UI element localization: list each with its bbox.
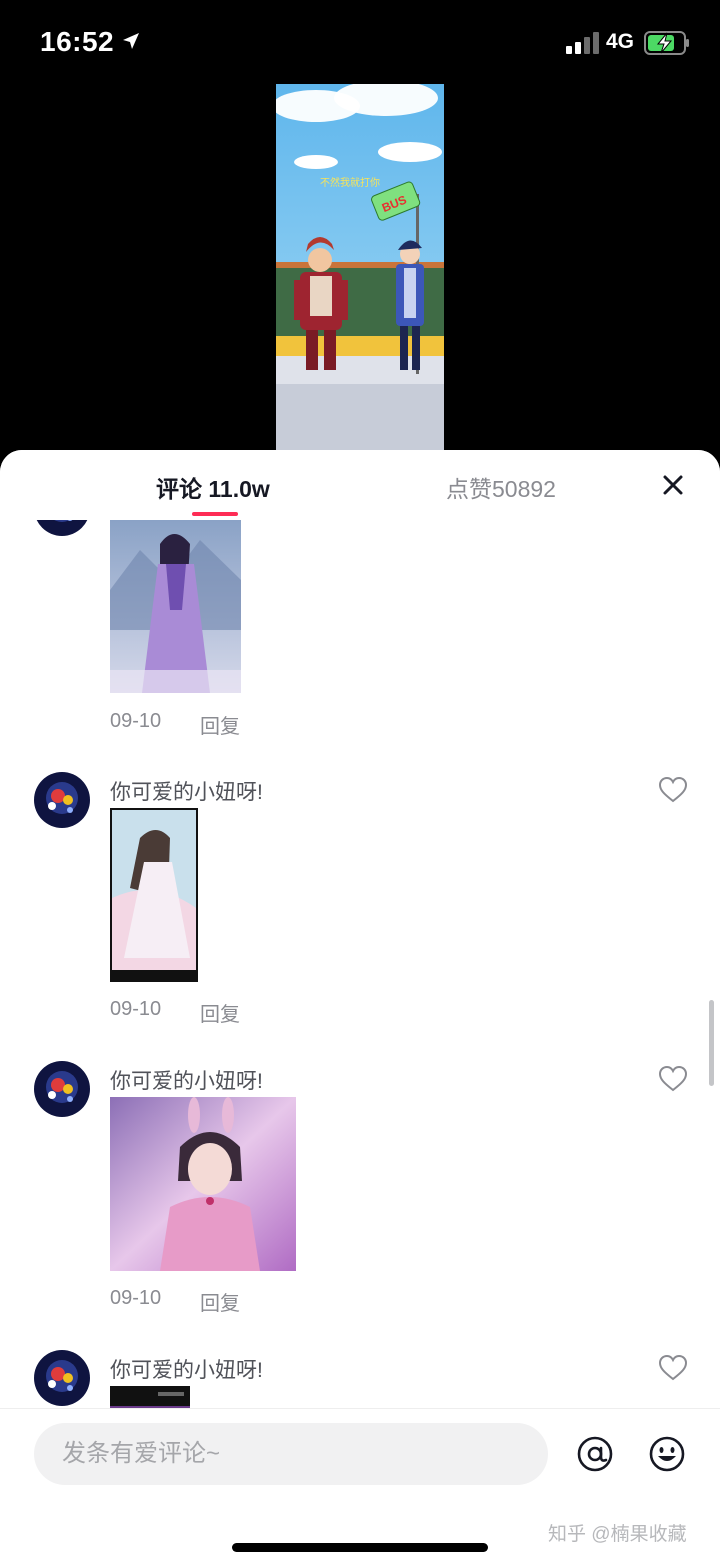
heart-icon[interactable] [658, 1065, 688, 1093]
comment-sheet: 评论 11.0w 点赞50892 09-10 回复 你可爱的小妞呀! 09-10… [0, 450, 720, 1558]
comment-item: 你可爱的小妞呀! [0, 1348, 720, 1408]
tab-likes[interactable]: 点赞50892 [446, 470, 556, 504]
comment-text: 你可爱的小妞呀! [110, 1070, 263, 1093]
tab-comments-label: 评论 [156, 476, 202, 502]
heart-icon[interactable] [658, 776, 688, 804]
comment-input-bar: 知乎 @楠果收藏 [0, 1408, 720, 1558]
avatar[interactable] [34, 1350, 90, 1406]
heart-icon[interactable] [658, 1354, 688, 1382]
comment-input[interactable] [34, 1423, 548, 1485]
sheet-header: 评论 11.0w 点赞50892 [0, 450, 720, 520]
video-caption: 不然我就打你 [320, 176, 380, 189]
battery-charging-icon [644, 31, 689, 55]
comment-date: 09-10 [110, 710, 162, 732]
status-bar: 16:52 4G [0, 0, 720, 84]
at-icon[interactable] [576, 1435, 614, 1473]
video-frame-illustration: BUS 不然我就打你 [276, 84, 444, 456]
watermark: 知乎 @楠果收藏 [548, 1524, 687, 1545]
scrollbar[interactable] [709, 1000, 714, 1086]
tab-comments-count: 11.0w [208, 476, 270, 502]
comment-image[interactable] [110, 520, 241, 693]
video-preview[interactable]: BUS 不然我就打你 [276, 84, 444, 456]
comment-text: 你可爱的小妞呀! [110, 781, 263, 804]
comment-text: 你可爱的小妞呀! [110, 1359, 263, 1382]
comment-image[interactable] [110, 1386, 190, 1408]
reply-button[interactable]: 回复 [200, 998, 240, 1027]
emoji-icon[interactable] [648, 1435, 686, 1473]
comment-image[interactable] [110, 1097, 296, 1271]
avatar[interactable] [34, 772, 90, 828]
comment-image[interactable] [110, 808, 198, 982]
comment-item: 你可爱的小妞呀! [0, 1059, 720, 1348]
status-time: 16:52 [40, 26, 115, 57]
signal-icon [566, 32, 599, 54]
comment-list[interactable]: 09-10 回复 你可爱的小妞呀! 09-10 回复 你可爱的小妞呀! 09-1… [0, 520, 720, 1408]
avatar[interactable] [34, 1061, 90, 1117]
comment-date: 09-10 [110, 1287, 162, 1309]
tab-comments[interactable]: 评论 11.0w [156, 470, 270, 504]
network-type: 4G [606, 30, 635, 53]
reply-button[interactable]: 回复 [200, 1287, 240, 1316]
home-indicator[interactable] [232, 1543, 488, 1552]
comment-item: 09-10 回复 [0, 520, 720, 750]
close-icon[interactable] [658, 470, 688, 500]
comment-item: 你可爱的小妞呀! 09-10 回复 [0, 770, 720, 1059]
avatar[interactable] [34, 520, 90, 536]
location-arrow-icon [123, 33, 139, 49]
active-tab-indicator [192, 512, 238, 516]
comment-date: 09-10 [110, 998, 162, 1020]
reply-button[interactable]: 回复 [200, 710, 240, 739]
